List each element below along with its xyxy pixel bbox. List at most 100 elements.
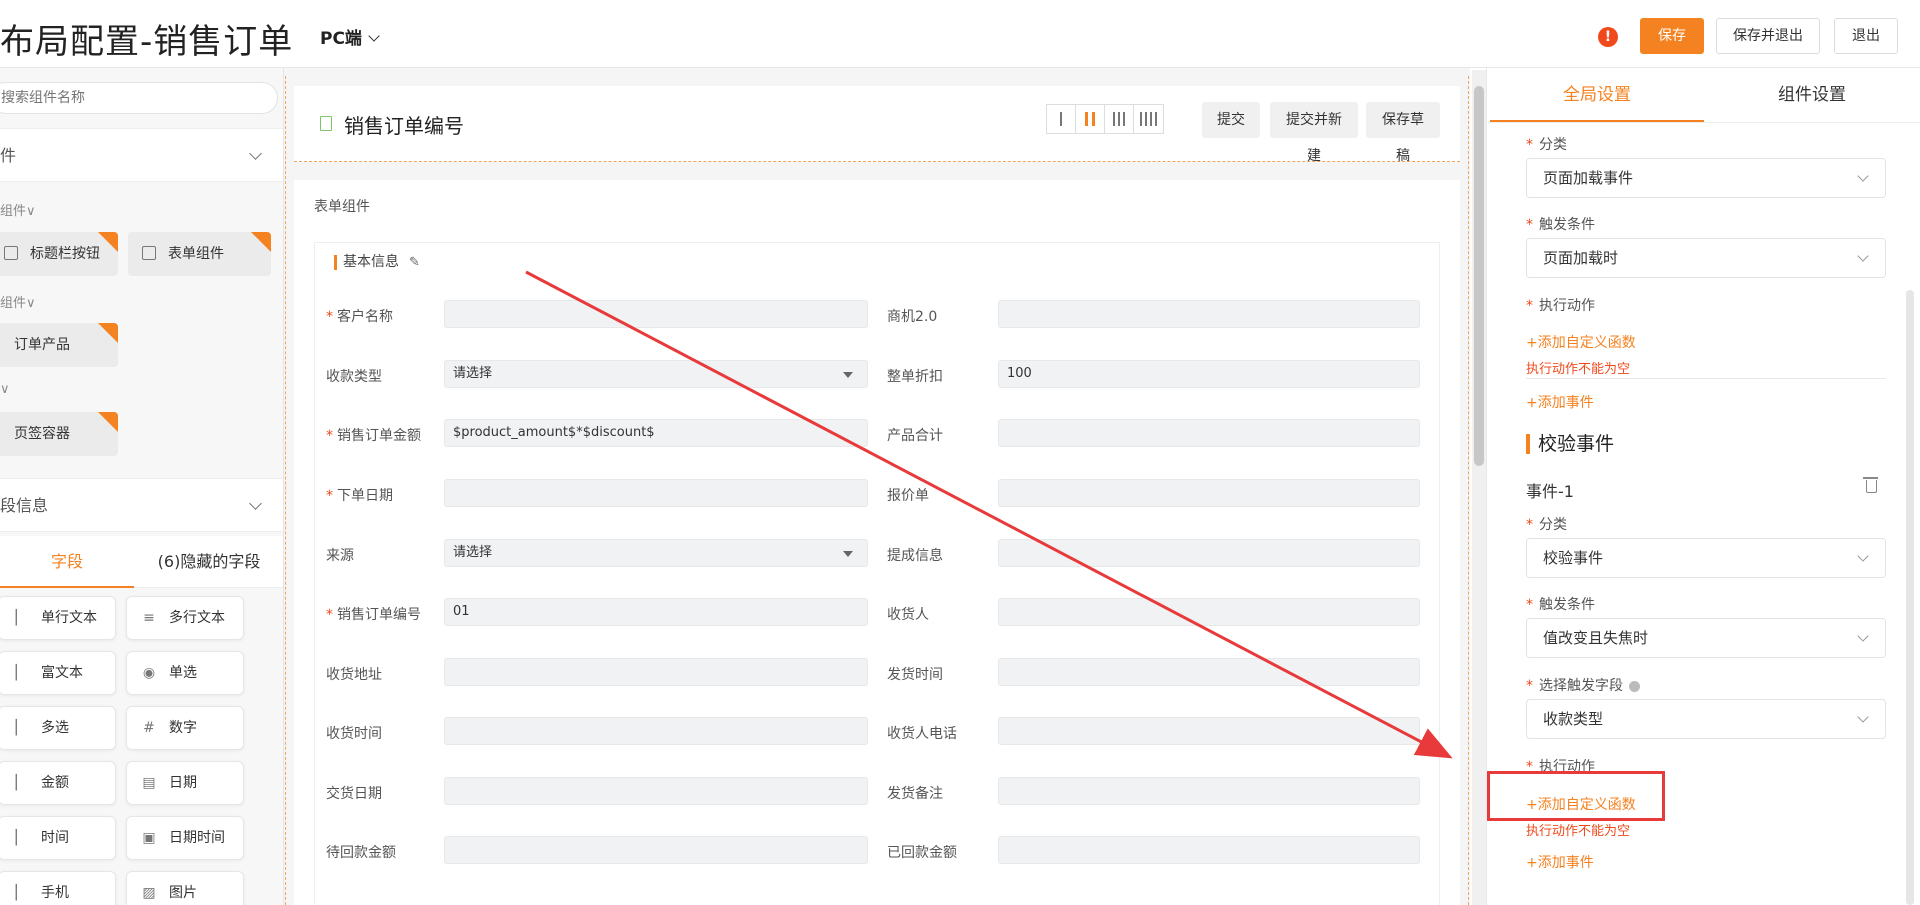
chevron-down-icon [249, 147, 262, 160]
active-tab-underline [0, 586, 134, 588]
field-select[interactable]: 请选择 [444, 539, 868, 567]
component-card-label: 页签容器 [14, 426, 70, 442]
component-card-title-buttons[interactable]: 标题栏按钮 [0, 232, 118, 276]
field-label: * 客户名称 [326, 309, 393, 325]
top-header: 布局配置-销售订单 PC端 ! 保存 保存并退出 退出 [0, 0, 1920, 68]
field-input[interactable] [444, 777, 868, 805]
component-section-header[interactable]: 件 [0, 128, 283, 182]
document-icon [320, 116, 332, 131]
save-exit-button[interactable]: 保存并退出 [1716, 18, 1820, 54]
field-input[interactable] [998, 539, 1420, 567]
layout-2-column[interactable] [1076, 105, 1105, 133]
trigger-field-label: * 选择触发字段 [1526, 675, 1640, 695]
field-section-header[interactable]: 段信息 [0, 478, 283, 532]
field-input[interactable] [444, 717, 868, 745]
selected-corner-icon [98, 232, 118, 252]
field-input[interactable]: 100 [998, 360, 1420, 388]
component-search-input[interactable] [0, 82, 278, 114]
submit-new-button[interactable]: 提交并新建 [1270, 102, 1358, 164]
field-card-label: 日期 [169, 775, 197, 791]
trigger-select[interactable]: 页面加载时 [1526, 238, 1886, 278]
chevron-down-icon [249, 497, 262, 510]
field-label: 待回款金额 [326, 845, 396, 861]
category-label: * 分类 [1526, 137, 1567, 153]
save-button[interactable]: 保存 [1640, 18, 1704, 54]
field-card-image[interactable]: ▨ 图片 [126, 871, 244, 905]
field-label: 整单折扣 [887, 369, 943, 385]
phone-icon: ▏ [15, 885, 27, 901]
field-input[interactable] [998, 777, 1420, 805]
field-label: 收款类型 [326, 369, 382, 385]
field-card-rich-text[interactable]: ▏ 富文本 [0, 651, 116, 695]
rich-text-icon: ▏ [15, 665, 27, 681]
field-input[interactable] [998, 419, 1420, 447]
field-label: 发货时间 [887, 667, 943, 683]
field-card-multi-text[interactable]: ≡ 多行文本 [126, 596, 244, 640]
field-label: * 销售订单编号 [326, 607, 421, 623]
platform-dropdown[interactable]: PC端 [320, 24, 380, 49]
component-group-label[interactable]: 组件∨ [0, 292, 36, 311]
caret-down-icon [843, 551, 853, 557]
component-card-form[interactable]: 表单组件 [128, 232, 271, 276]
field-input[interactable] [998, 717, 1420, 745]
action-error-text: 执行动作不能为空 [1526, 824, 1631, 839]
tab-fields[interactable]: 字段 [0, 536, 134, 588]
field-input[interactable] [444, 300, 868, 328]
field-input[interactable] [444, 658, 868, 686]
field-card-date[interactable]: ▤ 日期 [126, 761, 244, 805]
add-event-link[interactable]: +添加事件 [1526, 852, 1594, 872]
tabs-icon [4, 426, 8, 440]
tab-hidden-fields[interactable]: (6)隐藏的字段 [134, 536, 283, 588]
field-card-checkbox[interactable]: ▏ 多选 [0, 706, 116, 750]
component-group-label[interactable]: ∨ [0, 382, 10, 397]
field-input[interactable]: 01 [444, 598, 868, 626]
field-card-single-text[interactable]: ▏ 单行文本 [0, 596, 116, 640]
field-input[interactable] [998, 479, 1420, 507]
field-label: 已回款金额 [887, 845, 957, 861]
field-input[interactable] [444, 479, 868, 507]
help-icon[interactable] [1629, 680, 1640, 692]
edit-icon[interactable]: ✎ [409, 255, 420, 270]
number-icon: # [143, 720, 155, 736]
field-card-radio[interactable]: ◉ 单选 [126, 651, 244, 695]
trigger-field-select[interactable]: 收款类型 [1526, 699, 1886, 739]
field-input[interactable] [998, 300, 1420, 328]
component-card-label: 表单组件 [168, 246, 224, 262]
warning-icon[interactable]: ! [1598, 27, 1618, 47]
field-input[interactable] [998, 598, 1420, 626]
component-card-order-products[interactable]: 订单产品 [0, 323, 118, 367]
field-select[interactable]: 请选择 [444, 360, 868, 388]
field-input[interactable] [444, 836, 868, 864]
trash-icon[interactable] [1863, 477, 1878, 493]
settings-scrollbar[interactable] [1906, 290, 1914, 905]
clock-icon: ▏ [15, 830, 27, 846]
trigger-select[interactable]: 值改变且失焦时 [1526, 618, 1886, 658]
add-event-link[interactable]: +添加事件 [1526, 392, 1594, 412]
submit-button[interactable]: 提交 [1202, 102, 1260, 138]
category-select[interactable]: 页面加载事件 [1526, 158, 1886, 198]
component-group-label[interactable]: 组件∨ [0, 200, 36, 219]
layout-1-column[interactable] [1047, 105, 1076, 133]
field-card-label: 多行文本 [169, 610, 225, 626]
basic-info-section[interactable] [314, 242, 1440, 905]
canvas-scrollbar-thumb[interactable] [1474, 86, 1484, 466]
tab-global-settings[interactable]: 全局设置 [1490, 68, 1704, 122]
layout-4-column[interactable] [1134, 105, 1163, 133]
field-card-number[interactable]: # 数字 [126, 706, 244, 750]
component-card-tab-container[interactable]: 页签容器 [0, 412, 118, 456]
field-input[interactable] [998, 658, 1420, 686]
field-input[interactable]: $product_amount$*$discount$ [444, 419, 868, 447]
field-card-datetime[interactable]: ▣ 日期时间 [126, 816, 244, 860]
exit-button[interactable]: 退出 [1834, 18, 1898, 54]
category-select[interactable]: 校验事件 [1526, 538, 1886, 578]
field-card-amount[interactable]: ▏ 金额 [0, 761, 116, 805]
save-draft-button[interactable]: 保存草稿 [1366, 102, 1440, 164]
field-label: * 下单日期 [326, 488, 393, 504]
field-card-phone[interactable]: ▏ 手机 [0, 871, 116, 905]
tab-component-settings[interactable]: 组件设置 [1704, 68, 1920, 122]
field-input[interactable] [998, 836, 1420, 864]
field-card-time[interactable]: ▏ 时间 [0, 816, 116, 860]
layout-3-column[interactable] [1105, 105, 1134, 133]
add-custom-function-link[interactable]: +添加自定义函数 [1526, 332, 1636, 352]
chevron-down-icon [1857, 250, 1869, 262]
